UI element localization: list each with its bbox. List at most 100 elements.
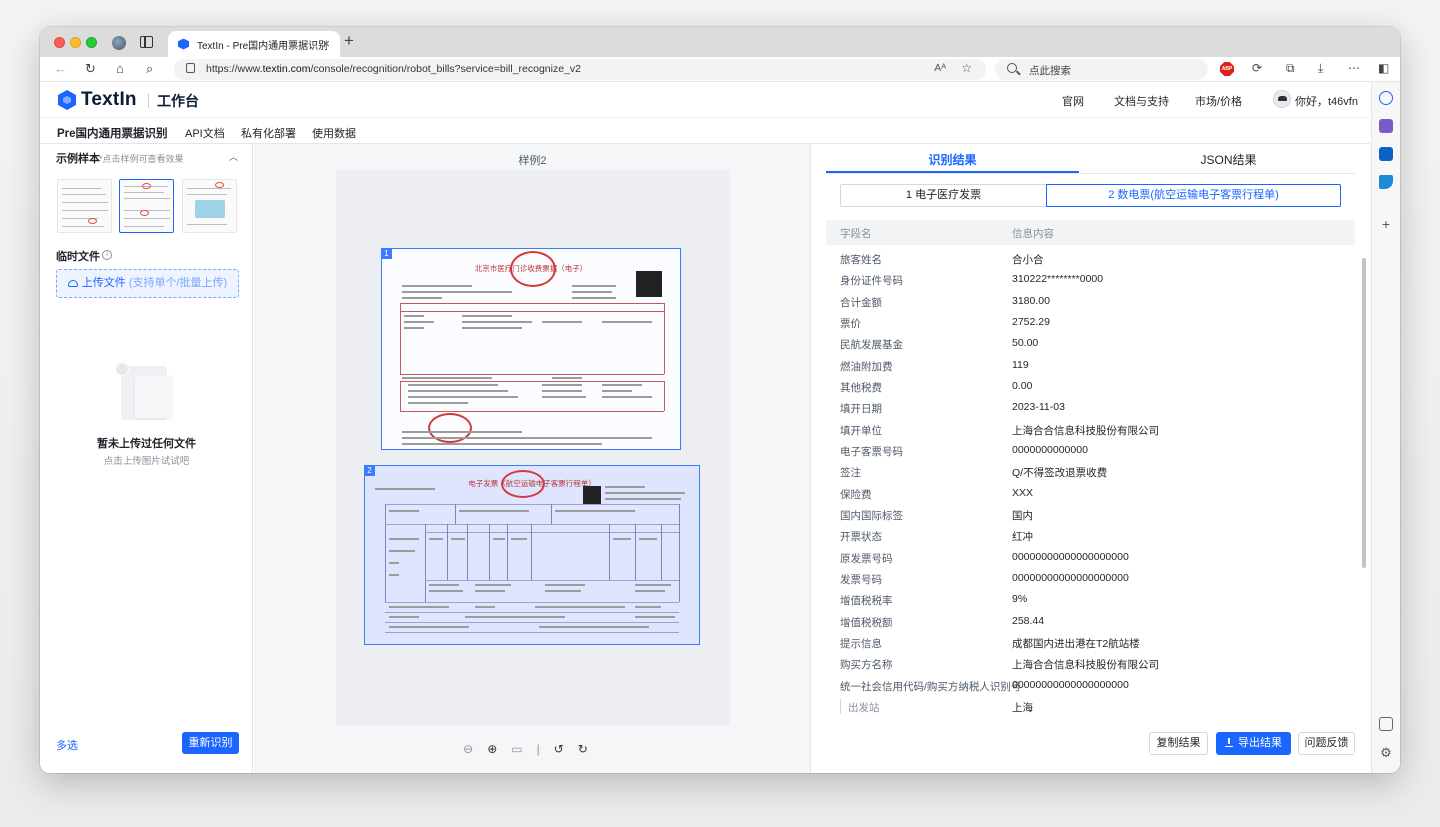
document-region-1[interactable]: 1 北京市医疗门诊收费票据（电子） <box>381 248 681 450</box>
table-row: 签注 Q/不得签改退票收费 <box>840 467 1108 480</box>
document-canvas[interactable]: 1 北京市医疗门诊收费票据（电子） 2 电子发票（航空运输电子客票行程单） <box>336 170 730 725</box>
nav-docs-support[interactable]: 文档与支持 <box>1114 93 1169 109</box>
upload-sub-label: (支持单个/批量上传) <box>128 277 228 289</box>
adblock-icon[interactable]: ABP <box>1220 62 1234 76</box>
re-recognize-button[interactable]: 重新识别 <box>182 732 239 754</box>
outlook-icon[interactable] <box>1379 147 1393 161</box>
multi-select-link[interactable]: 多选 <box>56 737 78 753</box>
user-greeting[interactable]: 你好，t46vfn <box>1295 93 1358 109</box>
maximize-window-button[interactable] <box>86 37 97 48</box>
back-icon[interactable]: ← <box>54 61 67 76</box>
side-tools-icon[interactable] <box>1379 119 1393 133</box>
empty-state-title: 暂未上传过任何文件 <box>97 438 196 450</box>
favorite-star-icon[interactable]: ☆ <box>961 61 972 75</box>
table-row: 燃油附加费 119 <box>840 358 1029 373</box>
home-icon[interactable]: ⌂ <box>116 61 124 76</box>
sample-thumbnail-1[interactable] <box>57 179 112 233</box>
tabs-baseline <box>826 173 1355 174</box>
subnav-usage-data[interactable]: 使用数据 <box>312 125 356 141</box>
textin-favicon-icon <box>178 38 189 50</box>
segment-air-itinerary[interactable]: 2 数电票(航空运输电子客票行程单) <box>1046 184 1341 207</box>
table-row: 原发票号码 00000000000000000000 <box>840 550 1129 565</box>
profile-icon[interactable] <box>112 36 126 50</box>
results-panel: 识别结果 JSON结果 1 电子医疗发票 2 数电票(航空运输电子客票行程单) … <box>812 144 1370 773</box>
samples-hint: *点击样例可查看效果 <box>99 154 184 164</box>
side-search-icon[interactable] <box>1379 91 1393 105</box>
search-placeholder: 点此搜索 <box>1029 65 1071 77</box>
read-aloud-icon[interactable]: Aᴬ <box>934 62 946 74</box>
divider: | <box>536 742 554 756</box>
upload-cloud-icon <box>67 279 78 287</box>
subnav-private-deploy[interactable]: 私有化部署 <box>241 125 296 141</box>
close-tab-icon[interactable]: × <box>322 36 330 51</box>
more-menu-icon[interactable]: ⋯ <box>1348 61 1360 75</box>
sample-thumbnail-2[interactable] <box>119 179 174 233</box>
feedback-button[interactable]: 问题反馈 <box>1298 732 1355 755</box>
tab-overview-icon[interactable] <box>140 36 153 48</box>
browser-window: TextIn - Pre国内通用票据识别 × + ← ↻ ⌂ ⌕ https:/… <box>40 27 1400 773</box>
search-icon[interactable]: ⌕ <box>146 61 153 77</box>
upload-label: 上传文件 <box>81 277 126 289</box>
tab-bar: TextIn - Pre国内通用票据识别 × + <box>40 27 1400 57</box>
segment-medical-invoice[interactable]: 1 电子医疗发票 <box>840 184 1047 207</box>
table-row: 统一社会信用代码/购买方纳税人识别号 00000000000000000000 <box>840 678 1129 693</box>
table-row: 票价 2752.29 <box>840 315 1050 330</box>
region-number: 1 <box>381 248 392 259</box>
result-table-body[interactable]: 旅客姓名 合小合 身份证件号码 310222********0000 合计金额 318… <box>826 248 1355 718</box>
table-row: 出发站 上海 <box>826 696 1355 717</box>
rotate-left-icon[interactable]: ↺ <box>554 742 578 756</box>
browser-side-toolbar: + ⚙ <box>1371 82 1400 773</box>
reload-icon[interactable]: ↻ <box>85 61 96 77</box>
add-side-app-icon[interactable]: + <box>1379 217 1393 231</box>
table-row: 购买方名称 上海合合信息科技股份有限公司 <box>840 659 1159 672</box>
table-row: 开票状态 红冲 <box>840 531 1033 544</box>
downloads-icon[interactable]: ⤓ <box>1318 61 1323 76</box>
zoom-in-icon[interactable]: ⊕ <box>487 742 511 756</box>
col-info-content: 信息内容 <box>1012 228 1054 240</box>
nav-market-pricing[interactable]: 市场/价格 <box>1195 93 1242 109</box>
temp-files-title: 临时文件 <box>56 251 100 263</box>
document-region-2[interactable]: 2 电子发票（航空运输电子客票行程单） <box>364 465 700 645</box>
sample-thumbnail-3[interactable] <box>182 179 237 233</box>
upload-file-button[interactable]: 上传文件 (支持单个/批量上传) <box>56 269 239 298</box>
nav-official-site[interactable]: 官网 <box>1062 93 1084 109</box>
table-row: 填开单位 上海合合信息科技股份有限公司 <box>840 424 1159 437</box>
new-tab-icon[interactable]: + <box>344 31 354 51</box>
tab-json-result[interactable]: JSON结果 <box>1102 151 1355 168</box>
tab-recognition-result[interactable]: 识别结果 <box>826 151 1079 168</box>
table-row: 合计金额 3180.00 <box>840 294 1050 309</box>
table-row: 增值税税额 258.44 <box>840 614 1045 629</box>
subnav-api-docs[interactable]: API文档 <box>185 125 225 141</box>
minimize-window-button[interactable] <box>70 37 81 48</box>
results-scrollbar[interactable] <box>1362 258 1366 568</box>
service-title: Pre国内通用票据识别 <box>57 128 168 140</box>
result-table-header: 字段名 信息内容 <box>826 220 1355 245</box>
workspace-title[interactable]: 工作台 <box>157 91 199 111</box>
rotate-right-icon[interactable]: ↻ <box>578 742 602 756</box>
url-bar[interactable]: https://www.textin.com/console/recogniti… <box>174 59 986 80</box>
collections-icon[interactable]: ⧉ <box>1286 61 1295 76</box>
tab-title: TextIn - Pre国内通用票据识别 <box>197 40 327 52</box>
zoom-out-icon[interactable]: ⊖ <box>463 742 487 756</box>
zoom-toolbar: ⊖⊕▭|↺↻ <box>254 742 811 756</box>
collapse-chevron-icon[interactable]: ︿ <box>229 150 238 163</box>
user-avatar[interactable] <box>1273 90 1291 108</box>
brand-name[interactable]: TextIn <box>81 89 137 111</box>
table-row: 旅客姓名 合小合 <box>840 254 1044 266</box>
sidebar-toggle-icon[interactable]: ◧ <box>1378 61 1389 75</box>
export-result-button[interactable]: 导出结果 <box>1216 732 1291 755</box>
send-icon[interactable] <box>1379 175 1393 189</box>
browser-tab-active[interactable]: TextIn - Pre国内通用票据识别 × <box>168 31 340 57</box>
app-header: TextIn 工作台 官网 文档与支持 市场/价格 你好，t46vfn <box>40 82 1370 118</box>
copy-result-button[interactable]: 复制结果 <box>1149 732 1208 755</box>
settings-gear-icon[interactable]: ⚙ <box>1379 746 1393 760</box>
url-text: https://www.textin.com/console/recogniti… <box>206 63 582 75</box>
app: TextIn 工作台 官网 文档与支持 市场/价格 你好，t46vfn Pre国… <box>40 82 1370 773</box>
screenshot-icon[interactable] <box>1379 717 1393 731</box>
extensions-icon[interactable]: ⟳ <box>1252 61 1262 75</box>
browser-search-box[interactable]: 点此搜索 <box>995 59 1208 80</box>
close-window-button[interactable] <box>54 37 65 48</box>
fit-page-icon[interactable]: ▭ <box>511 742 536 756</box>
textin-logo-icon[interactable] <box>58 90 76 110</box>
info-icon[interactable]: i <box>102 250 112 260</box>
